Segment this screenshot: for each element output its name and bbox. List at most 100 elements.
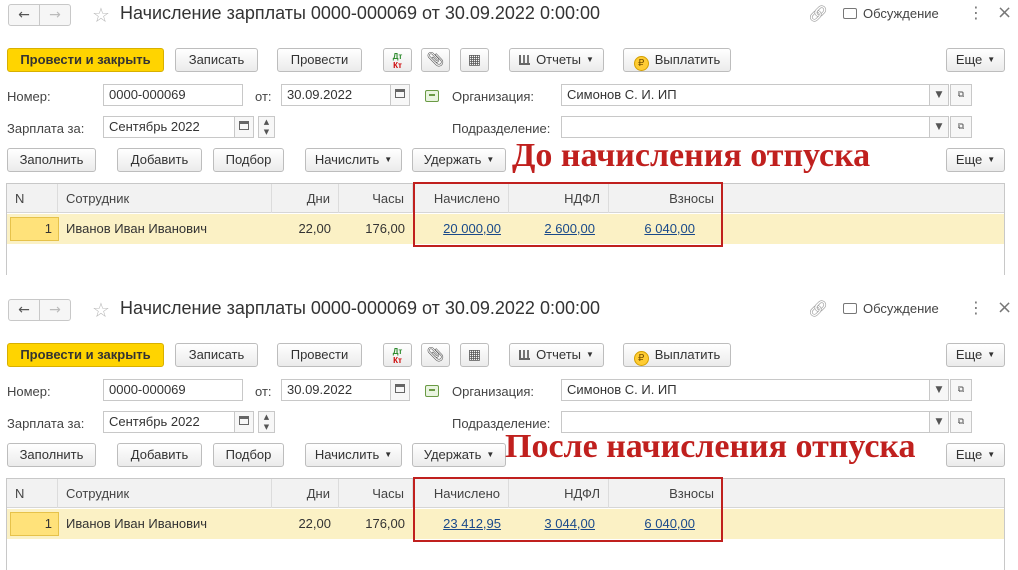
period-spinner[interactable]: ▲ ▼ <box>258 116 275 138</box>
salary-calendar-button[interactable] <box>234 116 254 138</box>
department-open-icon[interactable]: ⧉ <box>950 116 972 138</box>
discussion-label: Обсуждение <box>863 6 939 21</box>
organization-open-icon[interactable]: ⧉ <box>950 84 972 106</box>
days-cell[interactable]: 22,00 <box>272 509 339 539</box>
back-button[interactable]: ← <box>8 4 40 26</box>
date-field[interactable]: 30.09.2022 <box>281 379 391 401</box>
hours-cell[interactable]: 176,00 <box>339 509 413 539</box>
post-button[interactable]: Провести <box>277 343 362 367</box>
favorite-star-icon[interactable]: ☆ <box>92 298 110 322</box>
save-button[interactable]: Записать <box>175 48 258 72</box>
withhold-label: Удержать <box>423 447 482 462</box>
pay-button[interactable]: ₽ Выплатить <box>623 48 731 72</box>
organization-dropdown-icon[interactable]: ▼ <box>929 84 949 106</box>
date-label: от: <box>255 89 272 104</box>
discussion-button[interactable]: Обсуждение <box>843 6 939 21</box>
attachment-clip-icon[interactable]: 📎︎ <box>421 343 450 367</box>
column-header-days[interactable]: Дни <box>272 184 339 213</box>
organization-field[interactable]: Симонов С. И. ИП <box>561 379 930 401</box>
reports-dropdown-button[interactable]: Отчеты ▼ <box>509 48 604 72</box>
department-open-icon[interactable]: ⧉ <box>950 411 972 433</box>
more-menu-button[interactable]: Еще ▼ <box>946 48 1005 72</box>
more-actions-icon[interactable]: ⋮ <box>968 3 984 22</box>
discussion-button[interactable]: Обсуждение <box>843 301 939 316</box>
dt-kt-button[interactable]: Дт Кт <box>383 48 412 72</box>
accrue-label: Начислить <box>314 447 380 462</box>
organization-dropdown-icon[interactable]: ▼ <box>929 379 949 401</box>
withhold-dropdown-button[interactable]: Удержать ▼ <box>412 148 506 172</box>
column-header-employee[interactable]: Сотрудник <box>58 184 272 213</box>
add-button[interactable]: Добавить <box>117 443 202 467</box>
post-and-close-button[interactable]: Провести и закрыть <box>7 48 164 72</box>
spin-down-icon[interactable]: ▼ <box>264 423 269 431</box>
column-header-days[interactable]: Дни <box>272 479 339 508</box>
link-icon[interactable]: 🔗︎ <box>808 299 828 318</box>
column-header-hours[interactable]: Часы <box>339 184 413 213</box>
organization-field[interactable]: Симонов С. И. ИП <box>561 84 930 106</box>
structure-icon[interactable]: ▦ <box>460 343 489 367</box>
date-field[interactable]: 30.09.2022 <box>281 84 391 106</box>
period-spinner[interactable]: ▲ ▼ <box>258 411 275 433</box>
spin-up-icon[interactable]: ▲ <box>264 118 269 126</box>
select-button[interactable]: Подбор <box>213 443 284 467</box>
link-icon[interactable]: 🔗︎ <box>808 4 828 23</box>
more-menu-button[interactable]: Еще ▼ <box>946 343 1005 367</box>
close-icon[interactable]: × <box>997 297 1012 318</box>
number-label: Номер: <box>7 89 51 104</box>
number-field[interactable]: 0000-000069 <box>103 84 243 106</box>
employee-cell[interactable]: Иванов Иван Иванович <box>58 214 272 244</box>
structure-icon[interactable]: ▦ <box>460 48 489 72</box>
pay-label: Выплатить <box>654 52 721 67</box>
number-field[interactable]: 0000-000069 <box>103 379 243 401</box>
row-number: 1 <box>10 217 59 241</box>
forward-button[interactable]: → <box>39 4 71 26</box>
date-calendar-button[interactable] <box>390 379 410 401</box>
department-dropdown-icon[interactable]: ▼ <box>929 411 949 433</box>
highlight-box <box>413 477 723 542</box>
fill-button[interactable]: Заполнить <box>7 443 96 467</box>
spin-down-icon[interactable]: ▼ <box>264 128 269 136</box>
dt-kt-button[interactable]: Дт Кт <box>383 343 412 367</box>
calendar-icon <box>395 89 405 98</box>
post-and-close-button[interactable]: Провести и закрыть <box>7 343 164 367</box>
add-button[interactable]: Добавить <box>117 148 202 172</box>
back-button[interactable]: ← <box>8 299 40 321</box>
organization-label: Организация: <box>452 89 535 104</box>
attachment-clip-icon[interactable]: 📎︎ <box>421 48 450 72</box>
date-calendar-button[interactable] <box>390 84 410 106</box>
column-header-n[interactable]: N <box>7 184 58 213</box>
withhold-dropdown-button[interactable]: Удержать ▼ <box>412 443 506 467</box>
organization-label: Организация: <box>452 384 535 399</box>
more-label: Еще <box>955 152 983 167</box>
column-header-n[interactable]: N <box>7 479 58 508</box>
department-dropdown-icon[interactable]: ▼ <box>929 116 949 138</box>
salary-for-field[interactable]: Сентябрь 2022 <box>103 116 235 138</box>
employee-cell[interactable]: Иванов Иван Иванович <box>58 509 272 539</box>
reports-dropdown-button[interactable]: Отчеты ▼ <box>509 343 604 367</box>
column-header-hours[interactable]: Часы <box>339 479 413 508</box>
favorite-star-icon[interactable]: ☆ <box>92 3 110 27</box>
pay-button[interactable]: ₽ Выплатить <box>623 343 731 367</box>
hours-cell[interactable]: 176,00 <box>339 214 413 244</box>
post-button[interactable]: Провести <box>277 48 362 72</box>
report-icon <box>519 350 531 360</box>
more-actions-icon[interactable]: ⋮ <box>968 298 984 317</box>
chevron-down-icon: ▼ <box>384 450 393 459</box>
column-header-employee[interactable]: Сотрудник <box>58 479 272 508</box>
forward-button[interactable]: → <box>39 299 71 321</box>
spin-up-icon[interactable]: ▲ <box>264 413 269 421</box>
salary-calendar-button[interactable] <box>234 411 254 433</box>
accrue-dropdown-button[interactable]: Начислить ▼ <box>305 443 402 467</box>
close-icon[interactable]: × <box>997 2 1012 23</box>
select-button[interactable]: Подбор <box>213 148 284 172</box>
table-more-menu-button[interactable]: Еще ▼ <box>946 443 1005 467</box>
days-cell[interactable]: 22,00 <box>272 214 339 244</box>
accrue-dropdown-button[interactable]: Начислить ▼ <box>305 148 402 172</box>
save-button[interactable]: Записать <box>175 343 258 367</box>
table-more-menu-button[interactable]: Еще ▼ <box>946 148 1005 172</box>
department-field[interactable] <box>561 116 930 138</box>
fill-button[interactable]: Заполнить <box>7 148 96 172</box>
salary-for-field[interactable]: Сентябрь 2022 <box>103 411 235 433</box>
calendar-icon <box>239 416 249 425</box>
organization-open-icon[interactable]: ⧉ <box>950 379 972 401</box>
